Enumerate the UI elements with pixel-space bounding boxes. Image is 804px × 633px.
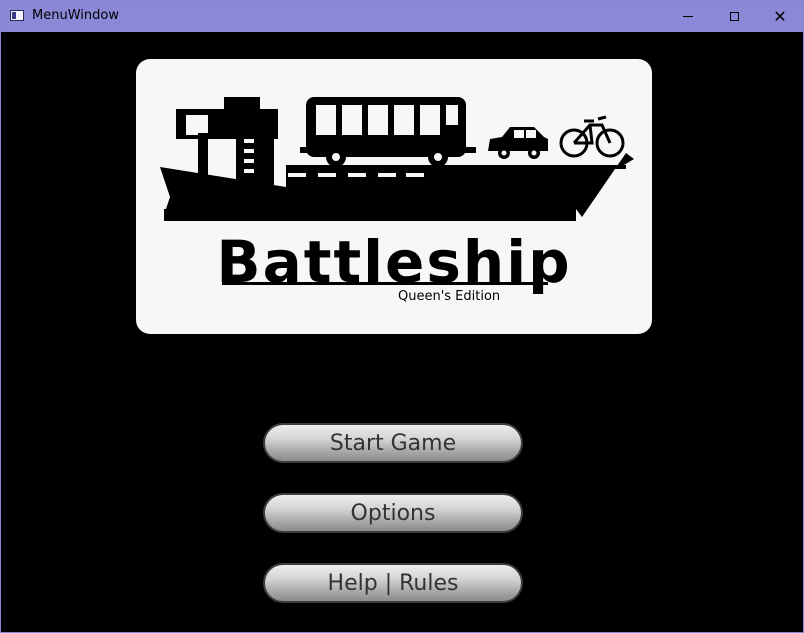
logo-underline (222, 282, 548, 285)
maximize-icon (729, 12, 739, 21)
logo-title: Battleship (216, 228, 572, 296)
maximize-button[interactable] (711, 1, 757, 32)
minimize-icon (683, 16, 693, 17)
logo-subtitle: Queen's Edition (398, 289, 501, 304)
close-icon: ✕ (773, 6, 787, 26)
bicycle-icon (559, 115, 625, 158)
start-game-button[interactable]: Start Game (263, 423, 523, 463)
options-button[interactable]: Options (263, 493, 523, 533)
close-button[interactable]: ✕ (757, 1, 803, 32)
help-rules-button[interactable]: Help | Rules (263, 563, 523, 603)
title-bar[interactable]: MenuWindow ✕ (1, 1, 803, 32)
logo-card: Battleship Queen's Edition (136, 59, 652, 334)
minimize-button[interactable] (665, 1, 711, 32)
window-title: MenuWindow (32, 8, 119, 23)
car-icon (488, 127, 548, 159)
app-icon (10, 10, 24, 21)
menu-window: MenuWindow ✕ Battleship Queen's Edition … (0, 0, 804, 633)
bus-icon (300, 97, 476, 167)
